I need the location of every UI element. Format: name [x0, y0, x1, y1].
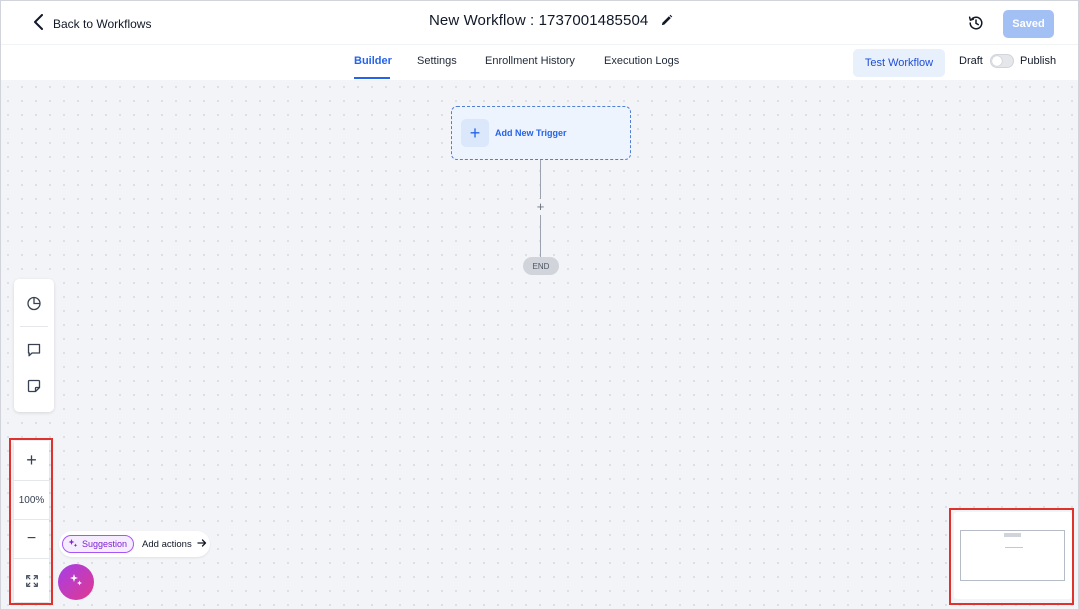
- workflow-title-group: New Workflow : 1737001485504: [429, 12, 673, 29]
- canvas-tool-panel: [14, 279, 54, 412]
- add-step-button[interactable]: +: [533, 199, 548, 215]
- header: Back to Workflows New Workflow : 1737001…: [1, 1, 1078, 44]
- sticky-note-icon[interactable]: [26, 378, 42, 394]
- ai-assistant-button[interactable]: [58, 564, 94, 600]
- back-to-workflows-link[interactable]: Back to Workflows: [33, 14, 151, 33]
- sparkle-icon: [68, 538, 78, 550]
- tab-settings[interactable]: Settings: [417, 55, 457, 67]
- zoom-level: 100%: [18, 494, 45, 506]
- pie-chart-icon[interactable]: [26, 295, 42, 311]
- add-actions-label: Add actions: [142, 538, 192, 550]
- zoom-in-button[interactable]: +: [14, 441, 49, 480]
- add-actions-link[interactable]: Add actions: [142, 538, 207, 551]
- end-node: END: [523, 257, 559, 275]
- tab-enrollment-history[interactable]: Enrollment History: [485, 55, 575, 67]
- comment-icon[interactable]: [26, 342, 42, 358]
- workflow-title: New Workflow : 1737001485504: [429, 12, 649, 29]
- fit-view-icon[interactable]: [14, 559, 49, 602]
- draft-label: Draft: [959, 55, 983, 67]
- add-new-trigger-node[interactable]: + Add New Trigger: [451, 106, 631, 160]
- tab-builder[interactable]: Builder: [354, 55, 392, 67]
- suggestion-chip: Suggestion Add actions: [59, 531, 210, 557]
- test-workflow-button[interactable]: Test Workflow: [853, 49, 945, 77]
- zoom-out-button[interactable]: −: [14, 520, 49, 558]
- trigger-label: Add New Trigger: [495, 128, 567, 138]
- chevron-left-icon: [33, 14, 45, 33]
- publish-label: Publish: [1020, 55, 1057, 67]
- suggestion-label: Suggestion: [82, 539, 128, 549]
- publish-toggle[interactable]: [990, 54, 1014, 68]
- minimap-trigger-node: [1004, 533, 1021, 537]
- arrow-right-icon: [197, 538, 207, 551]
- minimap-end-node: [1005, 547, 1023, 548]
- plus-icon: +: [461, 119, 489, 147]
- workflow-builder-window: Back to Workflows New Workflow : 1737001…: [0, 0, 1079, 610]
- minimap-viewport[interactable]: [960, 530, 1065, 581]
- back-label: Back to Workflows: [53, 16, 152, 31]
- saved-button[interactable]: Saved: [1003, 10, 1054, 38]
- tab-bar: Builder Settings Enrollment History Exec…: [1, 44, 1078, 80]
- zoom-controls: + 100% −: [14, 441, 49, 602]
- minimap[interactable]: [954, 512, 1072, 599]
- sparkle-icon: [69, 573, 83, 592]
- pencil-icon[interactable]: [660, 14, 673, 27]
- active-tab-indicator: [354, 77, 390, 79]
- workflow-canvas[interactable]: + Add New Trigger + END + 100% − Suggest…: [1, 80, 1078, 609]
- toggle-knob: [992, 56, 1002, 66]
- history-icon[interactable]: [967, 14, 985, 32]
- tool-divider: [20, 326, 48, 327]
- suggestion-badge[interactable]: Suggestion: [62, 535, 135, 553]
- tab-execution-logs[interactable]: Execution Logs: [604, 55, 679, 67]
